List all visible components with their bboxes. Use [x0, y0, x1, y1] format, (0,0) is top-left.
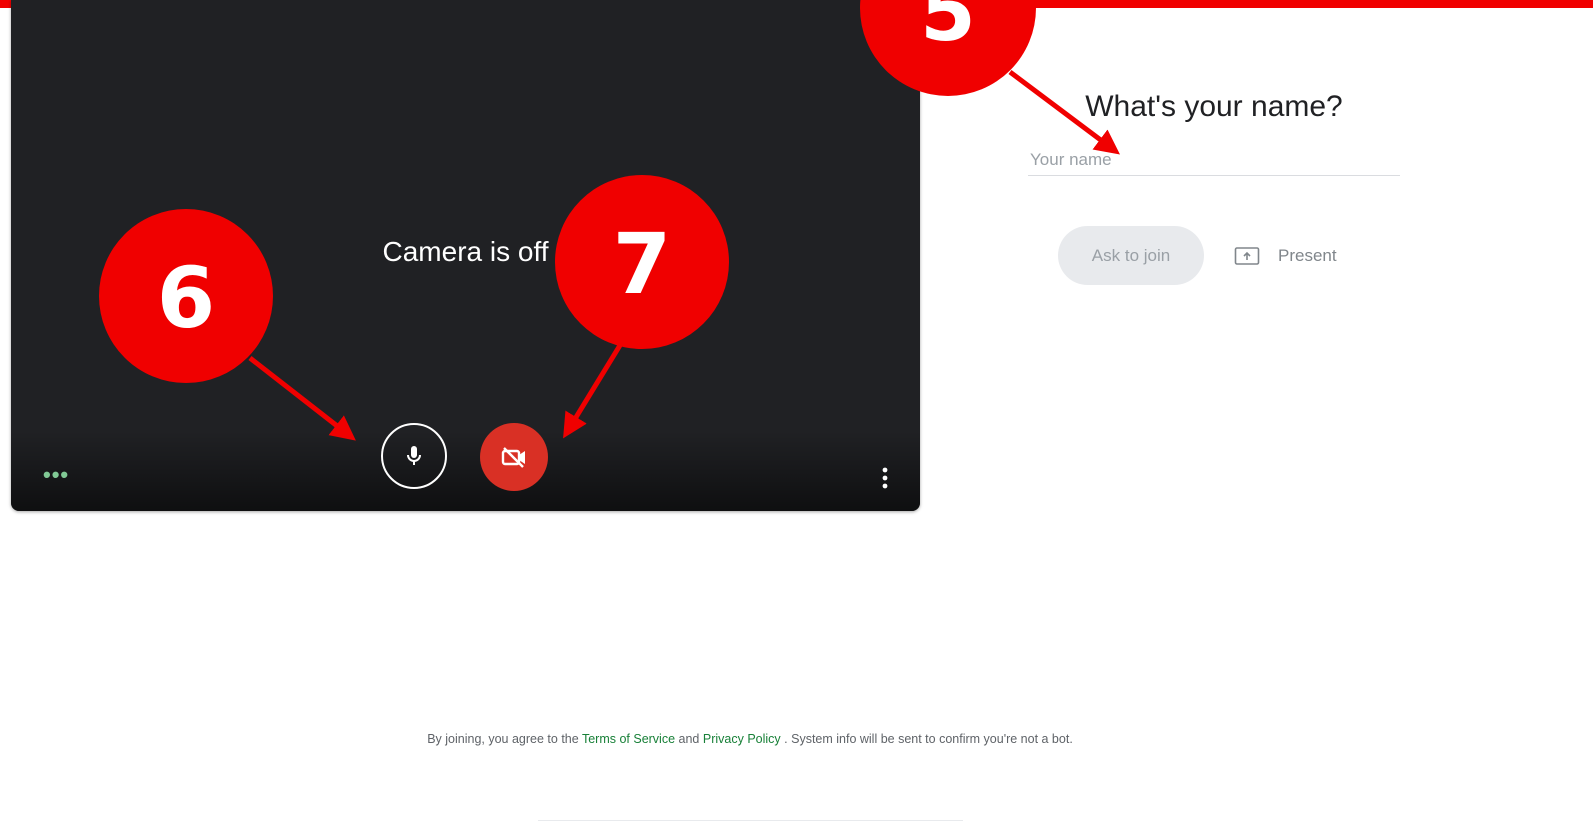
privacy-policy-link[interactable]: Privacy Policy	[703, 732, 781, 746]
microphone-toggle-button[interactable]	[381, 423, 447, 489]
svg-text:5: 5	[920, 0, 976, 59]
name-input[interactable]	[1028, 144, 1400, 176]
ask-to-join-button[interactable]: Ask to join	[1058, 226, 1204, 285]
camera-off-icon	[501, 447, 525, 468]
footer-divider	[538, 820, 963, 821]
footer-suffix: . System info will be sent to confirm yo…	[784, 732, 1073, 746]
terms-footer: By joining, you agree to the Terms of Se…	[0, 732, 1500, 746]
terms-of-service-link[interactable]: Terms of Service	[582, 732, 675, 746]
join-title: What's your name?	[1085, 90, 1343, 123]
present-button[interactable]: Present	[1234, 240, 1337, 272]
footer-and: and	[678, 732, 700, 746]
preview-bottom-gradient	[11, 431, 920, 511]
camera-toggle-button[interactable]	[480, 423, 548, 491]
present-label: Present	[1278, 246, 1337, 265]
visual-effects-button[interactable]: •••	[43, 464, 69, 486]
present-screen-icon	[1234, 246, 1260, 266]
more-options-button[interactable]	[877, 465, 893, 491]
camera-status-text: Camera is off	[382, 236, 549, 267]
microphone-icon	[407, 446, 421, 465]
more-vert-icon	[882, 467, 888, 489]
footer-prefix: By joining, you agree to the	[427, 732, 579, 746]
camera-preview: Camera is off •••	[11, 0, 920, 511]
